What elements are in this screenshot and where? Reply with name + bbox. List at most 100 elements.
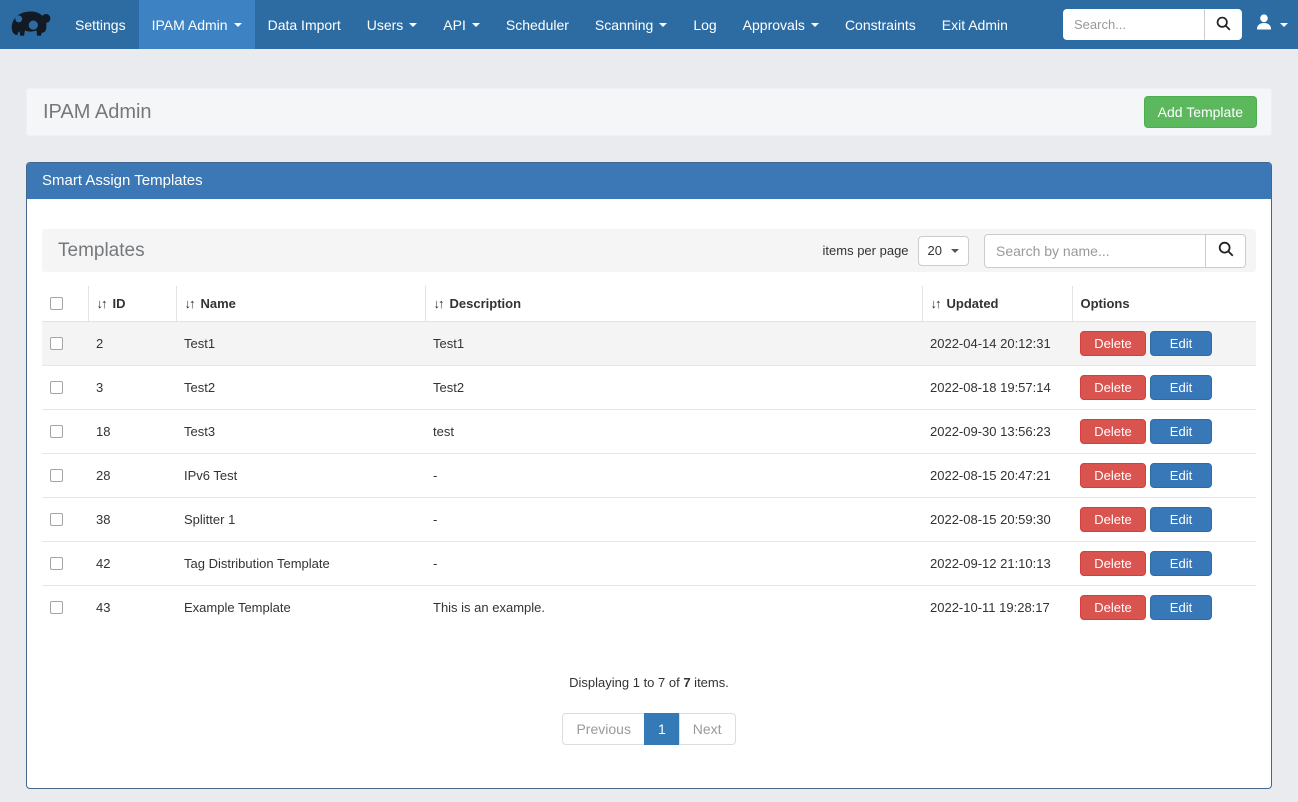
cell-id: 3 xyxy=(88,366,176,410)
global-search-group xyxy=(1063,9,1242,40)
table-row: 28IPv6 Test-2022-08-15 20:47:21DeleteEdi… xyxy=(42,454,1256,498)
next-page-button[interactable]: Next xyxy=(679,713,736,745)
delete-button[interactable]: Delete xyxy=(1080,507,1146,532)
global-search-input[interactable] xyxy=(1063,9,1205,40)
row-checkbox[interactable] xyxy=(50,337,63,350)
cell-select xyxy=(42,498,88,542)
user-menu[interactable] xyxy=(1254,12,1288,37)
cell-select xyxy=(42,454,88,498)
chevron-down-icon xyxy=(659,23,667,27)
nav-item-users[interactable]: Users xyxy=(354,0,431,49)
nav-item-data-import[interactable]: Data Import xyxy=(255,0,354,49)
edit-button[interactable]: Edit xyxy=(1150,463,1212,488)
header-label-name: Name xyxy=(201,296,236,311)
nav-item-label: Exit Admin xyxy=(942,17,1008,33)
header-label-updated: Updated xyxy=(947,296,999,311)
sort-icon[interactable]: ↓↑ xyxy=(97,296,106,311)
nav-item-api[interactable]: API xyxy=(430,0,493,49)
cell-name: Splitter 1 xyxy=(176,498,425,542)
mammoth-logo-icon xyxy=(8,3,54,46)
row-checkbox[interactable] xyxy=(50,557,63,570)
sort-icon[interactable]: ↓↑ xyxy=(434,296,443,311)
sort-icon[interactable]: ↓↑ xyxy=(931,296,940,311)
header-cell-name[interactable]: ↓↑ Name xyxy=(176,286,425,322)
panel-header: Smart Assign Templates xyxy=(27,163,1271,199)
nav-item-scheduler[interactable]: Scheduler xyxy=(493,0,582,49)
delete-button[interactable]: Delete xyxy=(1080,419,1146,444)
nav-item-label: Data Import xyxy=(268,17,341,33)
nav-item-label: Log xyxy=(693,17,716,33)
templates-toolbar: Templates items per page 20 xyxy=(42,229,1256,272)
cell-updated: 2022-08-18 19:57:14 xyxy=(922,366,1072,410)
table-row: 2Test1Test12022-04-14 20:12:31DeleteEdit xyxy=(42,322,1256,366)
items-per-page-value: 20 xyxy=(928,243,942,258)
cell-description: Test1 xyxy=(425,322,922,366)
cell-id: 38 xyxy=(88,498,176,542)
page-1-button[interactable]: 1 xyxy=(644,713,680,745)
nav-item-ipam-admin[interactable]: IPAM Admin xyxy=(139,0,255,49)
table-row: 3Test2Test22022-08-18 19:57:14DeleteEdit xyxy=(42,366,1256,410)
sort-icon[interactable]: ↓↑ xyxy=(185,296,194,311)
cell-options: DeleteEdit xyxy=(1072,498,1256,542)
cell-options: DeleteEdit xyxy=(1072,586,1256,630)
cell-updated: 2022-08-15 20:59:30 xyxy=(922,498,1072,542)
nav-item-log[interactable]: Log xyxy=(680,0,729,49)
nav-item-constraints[interactable]: Constraints xyxy=(832,0,929,49)
cell-description: - xyxy=(425,542,922,586)
add-template-button[interactable]: Add Template xyxy=(1144,96,1257,128)
header-cell-id[interactable]: ↓↑ID xyxy=(88,286,176,322)
page-title: IPAM Admin xyxy=(43,101,152,124)
row-checkbox[interactable] xyxy=(50,513,63,526)
top-navbar: SettingsIPAM Admin Data Import Users API Sch… xyxy=(0,0,1298,49)
nav-item-label: Approvals xyxy=(743,17,805,33)
nav-item-exit-admin[interactable]: Exit Admin xyxy=(929,0,1021,49)
edit-button[interactable]: Edit xyxy=(1150,507,1212,532)
table-row: 43Example TemplateThis is an example.202… xyxy=(42,586,1256,630)
cell-name: IPv6 Test xyxy=(176,454,425,498)
edit-button[interactable]: Edit xyxy=(1150,551,1212,576)
edit-button[interactable]: Edit xyxy=(1150,375,1212,400)
cell-description: - xyxy=(425,454,922,498)
chevron-down-icon xyxy=(811,23,819,27)
edit-button[interactable]: Edit xyxy=(1150,331,1212,356)
row-checkbox[interactable] xyxy=(50,601,63,614)
page-header-bar: IPAM Admin Add Template xyxy=(26,88,1272,136)
nav-item-scanning[interactable]: Scanning xyxy=(582,0,680,49)
row-checkbox[interactable] xyxy=(50,425,63,438)
cell-updated: 2022-08-15 20:47:21 xyxy=(922,454,1072,498)
header-cell-description[interactable]: ↓↑Description xyxy=(425,286,922,322)
cell-updated: 2022-10-11 19:28:17 xyxy=(922,586,1072,630)
edit-button[interactable]: Edit xyxy=(1150,419,1212,444)
search-by-name-input[interactable] xyxy=(984,234,1206,268)
cell-options: DeleteEdit xyxy=(1072,366,1256,410)
cell-name: Test1 xyxy=(176,322,425,366)
nav-item-label: Scheduler xyxy=(506,17,569,33)
toolbar-controls: items per page 20 xyxy=(823,234,1246,268)
row-checkbox[interactable] xyxy=(50,381,63,394)
nav-item-label: API xyxy=(443,17,466,33)
header-cell-updated[interactable]: ↓↑ Updated xyxy=(922,286,1072,322)
nav-item-settings[interactable]: Settings xyxy=(62,0,139,49)
header-cell-select xyxy=(42,286,88,322)
edit-button[interactable]: Edit xyxy=(1150,595,1212,620)
cell-description: test xyxy=(425,410,922,454)
delete-button[interactable]: Delete xyxy=(1080,595,1146,620)
select-all-checkbox[interactable] xyxy=(50,297,63,310)
chevron-down-icon xyxy=(951,249,959,253)
nav-item-approvals[interactable]: Approvals xyxy=(730,0,832,49)
delete-button[interactable]: Delete xyxy=(1080,551,1146,576)
delete-button[interactable]: Delete xyxy=(1080,463,1146,488)
table-header-row: ↓↑ID↓↑Name↓↑Description↓↑UpdatedOptions xyxy=(42,286,1256,322)
nav-item-label: Scanning xyxy=(595,17,653,33)
row-checkbox[interactable] xyxy=(50,469,63,482)
global-search-button[interactable] xyxy=(1205,9,1242,40)
cell-id: 18 xyxy=(88,410,176,454)
delete-button[interactable]: Delete xyxy=(1080,375,1146,400)
delete-button[interactable]: Delete xyxy=(1080,331,1146,356)
items-per-page-select[interactable]: 20 xyxy=(918,236,969,266)
table-search-button[interactable] xyxy=(1206,234,1246,268)
provision-logo[interactable] xyxy=(0,0,62,49)
previous-page-button[interactable]: Previous xyxy=(562,713,644,745)
cell-options: DeleteEdit xyxy=(1072,454,1256,498)
table-row: 42Tag Distribution Template-2022-09-12 2… xyxy=(42,542,1256,586)
